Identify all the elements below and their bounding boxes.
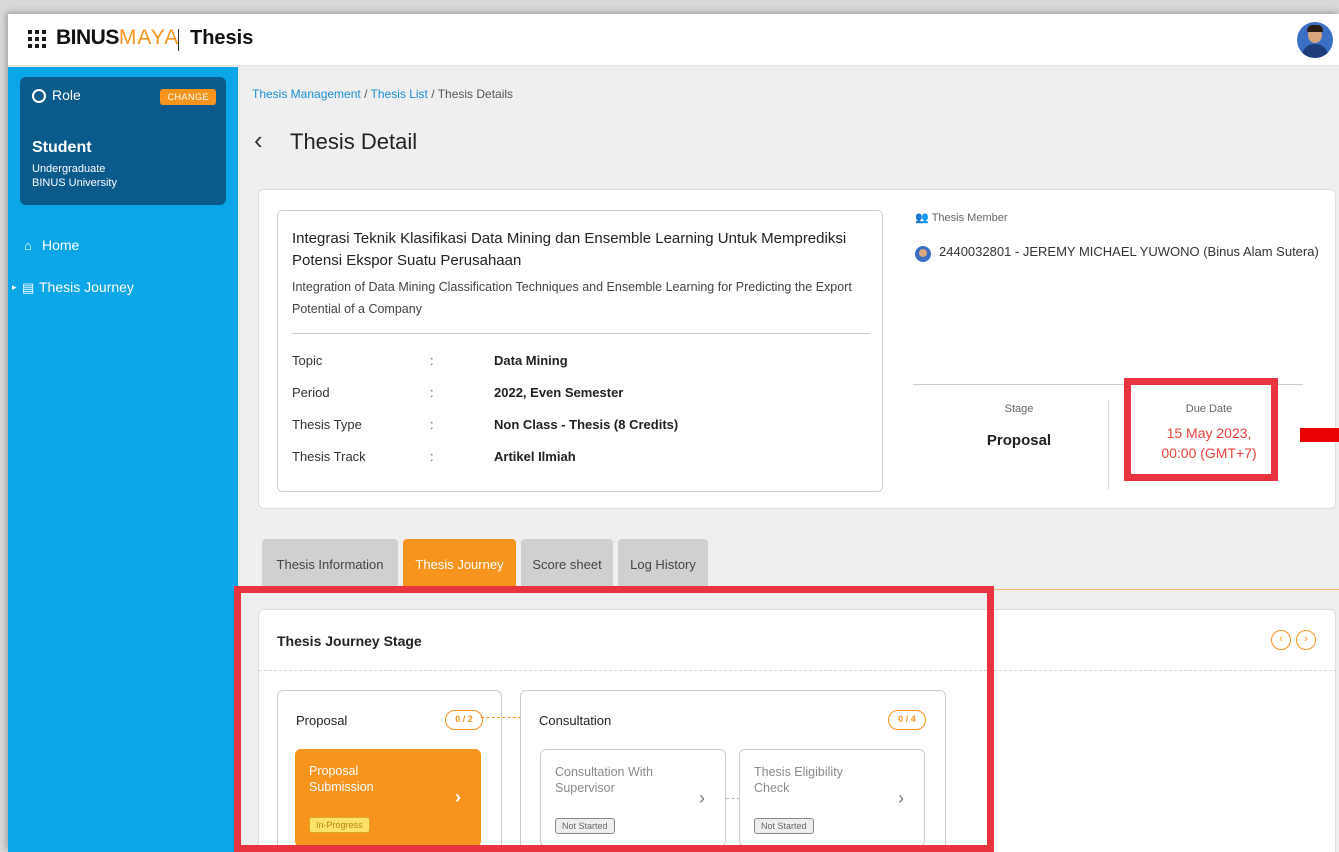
detail-value: Artikel Ilmiah (494, 449, 576, 464)
thesis-info-card: Integrasi Teknik Klasifikasi Data Mining… (258, 189, 1339, 509)
sidebar-item-home[interactable]: ⌂ Home (8, 235, 238, 259)
detail-colon: : (430, 353, 434, 368)
tab-log-history[interactable]: Log History (618, 539, 708, 590)
due-date-highlight-box (1124, 378, 1278, 481)
detail-colon: : (430, 449, 434, 464)
home-icon: ⌂ (24, 238, 32, 253)
role-level: Undergraduate (32, 163, 106, 175)
breadcrumb-thesis-management[interactable]: Thesis Management (252, 87, 361, 101)
thesis-detail-box: Integrasi Teknik Klasifikasi Data Mining… (277, 210, 883, 492)
role-organization: BINUS University (32, 177, 117, 189)
role-name: Student (32, 139, 92, 156)
detail-label: Period (292, 385, 330, 400)
detail-row-thesis-track: Thesis Track : Artikel Ilmiah (292, 449, 872, 469)
chevron-right-icon[interactable]: › (1296, 630, 1316, 650)
top-bar: BINUSMAYA Thesis (8, 14, 1339, 66)
journey-highlight-box (234, 586, 994, 852)
users-icon: 👥 (915, 212, 929, 224)
role-label: Role (52, 87, 81, 103)
page-title: Thesis Detail (290, 129, 418, 154)
caret-right-icon: ▸ (12, 282, 17, 292)
thesis-title-english: Integration of Data Mining Classificatio… (292, 280, 852, 316)
logo-text-maya: MAYA (118, 26, 180, 49)
journey-navigation: ‹ › (1271, 630, 1317, 650)
back-arrow-icon[interactable]: ‹ (254, 125, 263, 156)
role-card: Role CHANGE Student Undergraduate BINUS … (20, 77, 226, 205)
app-name: Thesis (190, 27, 254, 49)
detail-row-thesis-type: Thesis Type : Non Class - Thesis (8 Cred… (292, 417, 872, 437)
highlight-arrow (1300, 428, 1339, 442)
detail-value: 2022, Even Semester (494, 385, 624, 400)
sidebar-item-thesis-journey[interactable]: ▸ ▤ Thesis Journey (8, 277, 238, 301)
user-avatar[interactable] (1297, 22, 1333, 58)
detail-label: Thesis Type (292, 417, 362, 432)
chevron-left-icon[interactable]: ‹ (1271, 630, 1291, 650)
binusmaya-logo[interactable]: BINUSMAYA (56, 26, 179, 50)
divider (1108, 400, 1109, 490)
breadcrumb-separator: / (427, 87, 438, 101)
user-circle-icon (32, 89, 46, 103)
header-divider (178, 29, 179, 51)
sidebar-item-label: Home (42, 237, 80, 253)
detail-row-topic: Topic : Data Mining (292, 353, 872, 373)
sidebar-item-label: Thesis Journey (39, 279, 134, 295)
detail-value: Data Mining (494, 353, 568, 368)
stage-label: Stage (1004, 403, 1034, 415)
tab-thesis-information[interactable]: Thesis Information (262, 539, 398, 590)
detail-label: Topic (292, 353, 323, 368)
member-name: 2440032801 - JEREMY MICHAEL YUWONO (Binu… (939, 244, 1319, 259)
detail-label: Thesis Track (292, 449, 366, 464)
breadcrumb-separator: / (360, 87, 371, 101)
breadcrumb-thesis-details: Thesis Details (437, 87, 514, 101)
breadcrumb: Thesis Management / Thesis List / Thesis… (252, 87, 513, 101)
apps-grid-icon[interactable] (28, 30, 46, 48)
detail-colon: : (430, 417, 434, 432)
stage-value: Proposal (986, 432, 1052, 449)
breadcrumb-thesis-list[interactable]: Thesis List (371, 87, 428, 101)
thesis-title-indonesian: Integrasi Teknik Klasifikasi Data Mining… (292, 230, 847, 269)
divider (292, 333, 870, 334)
tab-score-sheet[interactable]: Score sheet (521, 539, 613, 590)
sidebar: Role CHANGE Student Undergraduate BINUS … (8, 67, 238, 852)
logo-text-binus: BINUS (56, 26, 119, 49)
thesis-member-label: Thesis Member (931, 212, 1008, 224)
detail-colon: : (430, 385, 434, 400)
detail-value: Non Class - Thesis (8 Credits) (494, 417, 679, 432)
thesis-member-heading: 👥 Thesis Member (915, 211, 1008, 224)
document-list-icon: ▤ (22, 280, 35, 295)
detail-row-period: Period : 2022, Even Semester (292, 385, 872, 405)
change-role-button[interactable]: CHANGE (160, 89, 216, 105)
tab-thesis-journey[interactable]: Thesis Journey (403, 539, 516, 590)
member-avatar (915, 246, 931, 262)
